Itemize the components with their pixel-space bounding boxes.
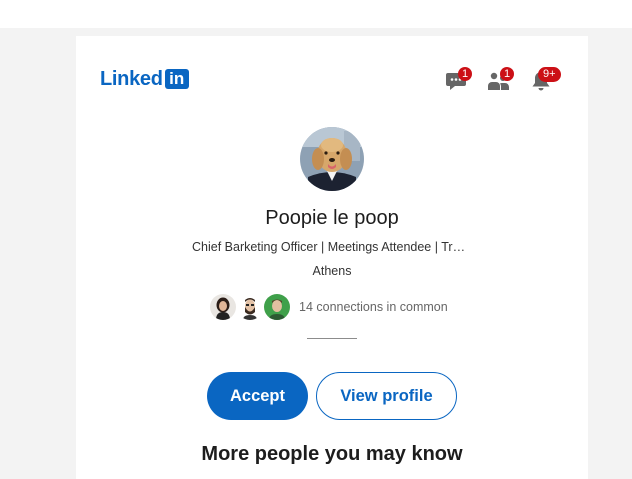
email-card: Linked in 1 1 9+ Poopie le poop Chief Ba… xyxy=(76,36,588,479)
linkedin-logo[interactable]: Linked in xyxy=(100,68,189,90)
header-icons: 1 1 9+ xyxy=(436,66,562,96)
view-profile-button[interactable]: View profile xyxy=(316,372,457,420)
mutual-connections-text[interactable]: 14 connections in common xyxy=(299,300,448,314)
notifications-badge: 9+ xyxy=(538,67,561,82)
profile-headline: Chief Barketing Officer | Meetings Atten… xyxy=(192,240,472,254)
network-badge: 1 xyxy=(500,67,514,81)
logo-in-box: in xyxy=(164,69,189,89)
profile-name[interactable]: Poopie le poop xyxy=(76,206,588,230)
profile-location: Athens xyxy=(312,264,352,278)
mutual-avatar xyxy=(264,294,290,320)
logo-wordmark: Linked xyxy=(100,68,163,90)
profile-avatar[interactable] xyxy=(300,127,364,191)
top-strip xyxy=(0,0,632,28)
more-people-heading: More people you may know xyxy=(201,443,463,465)
messages-badge: 1 xyxy=(458,67,472,81)
mutual-connections: 14 connections in common xyxy=(210,293,448,321)
my-network-button[interactable]: 1 xyxy=(478,66,520,96)
mutual-avatar xyxy=(210,294,236,320)
messages-button[interactable]: 1 xyxy=(436,66,478,96)
accept-button[interactable]: Accept xyxy=(207,372,308,420)
mutual-avatar xyxy=(237,294,263,320)
notifications-button[interactable]: 9+ xyxy=(520,66,562,96)
divider xyxy=(307,338,357,339)
